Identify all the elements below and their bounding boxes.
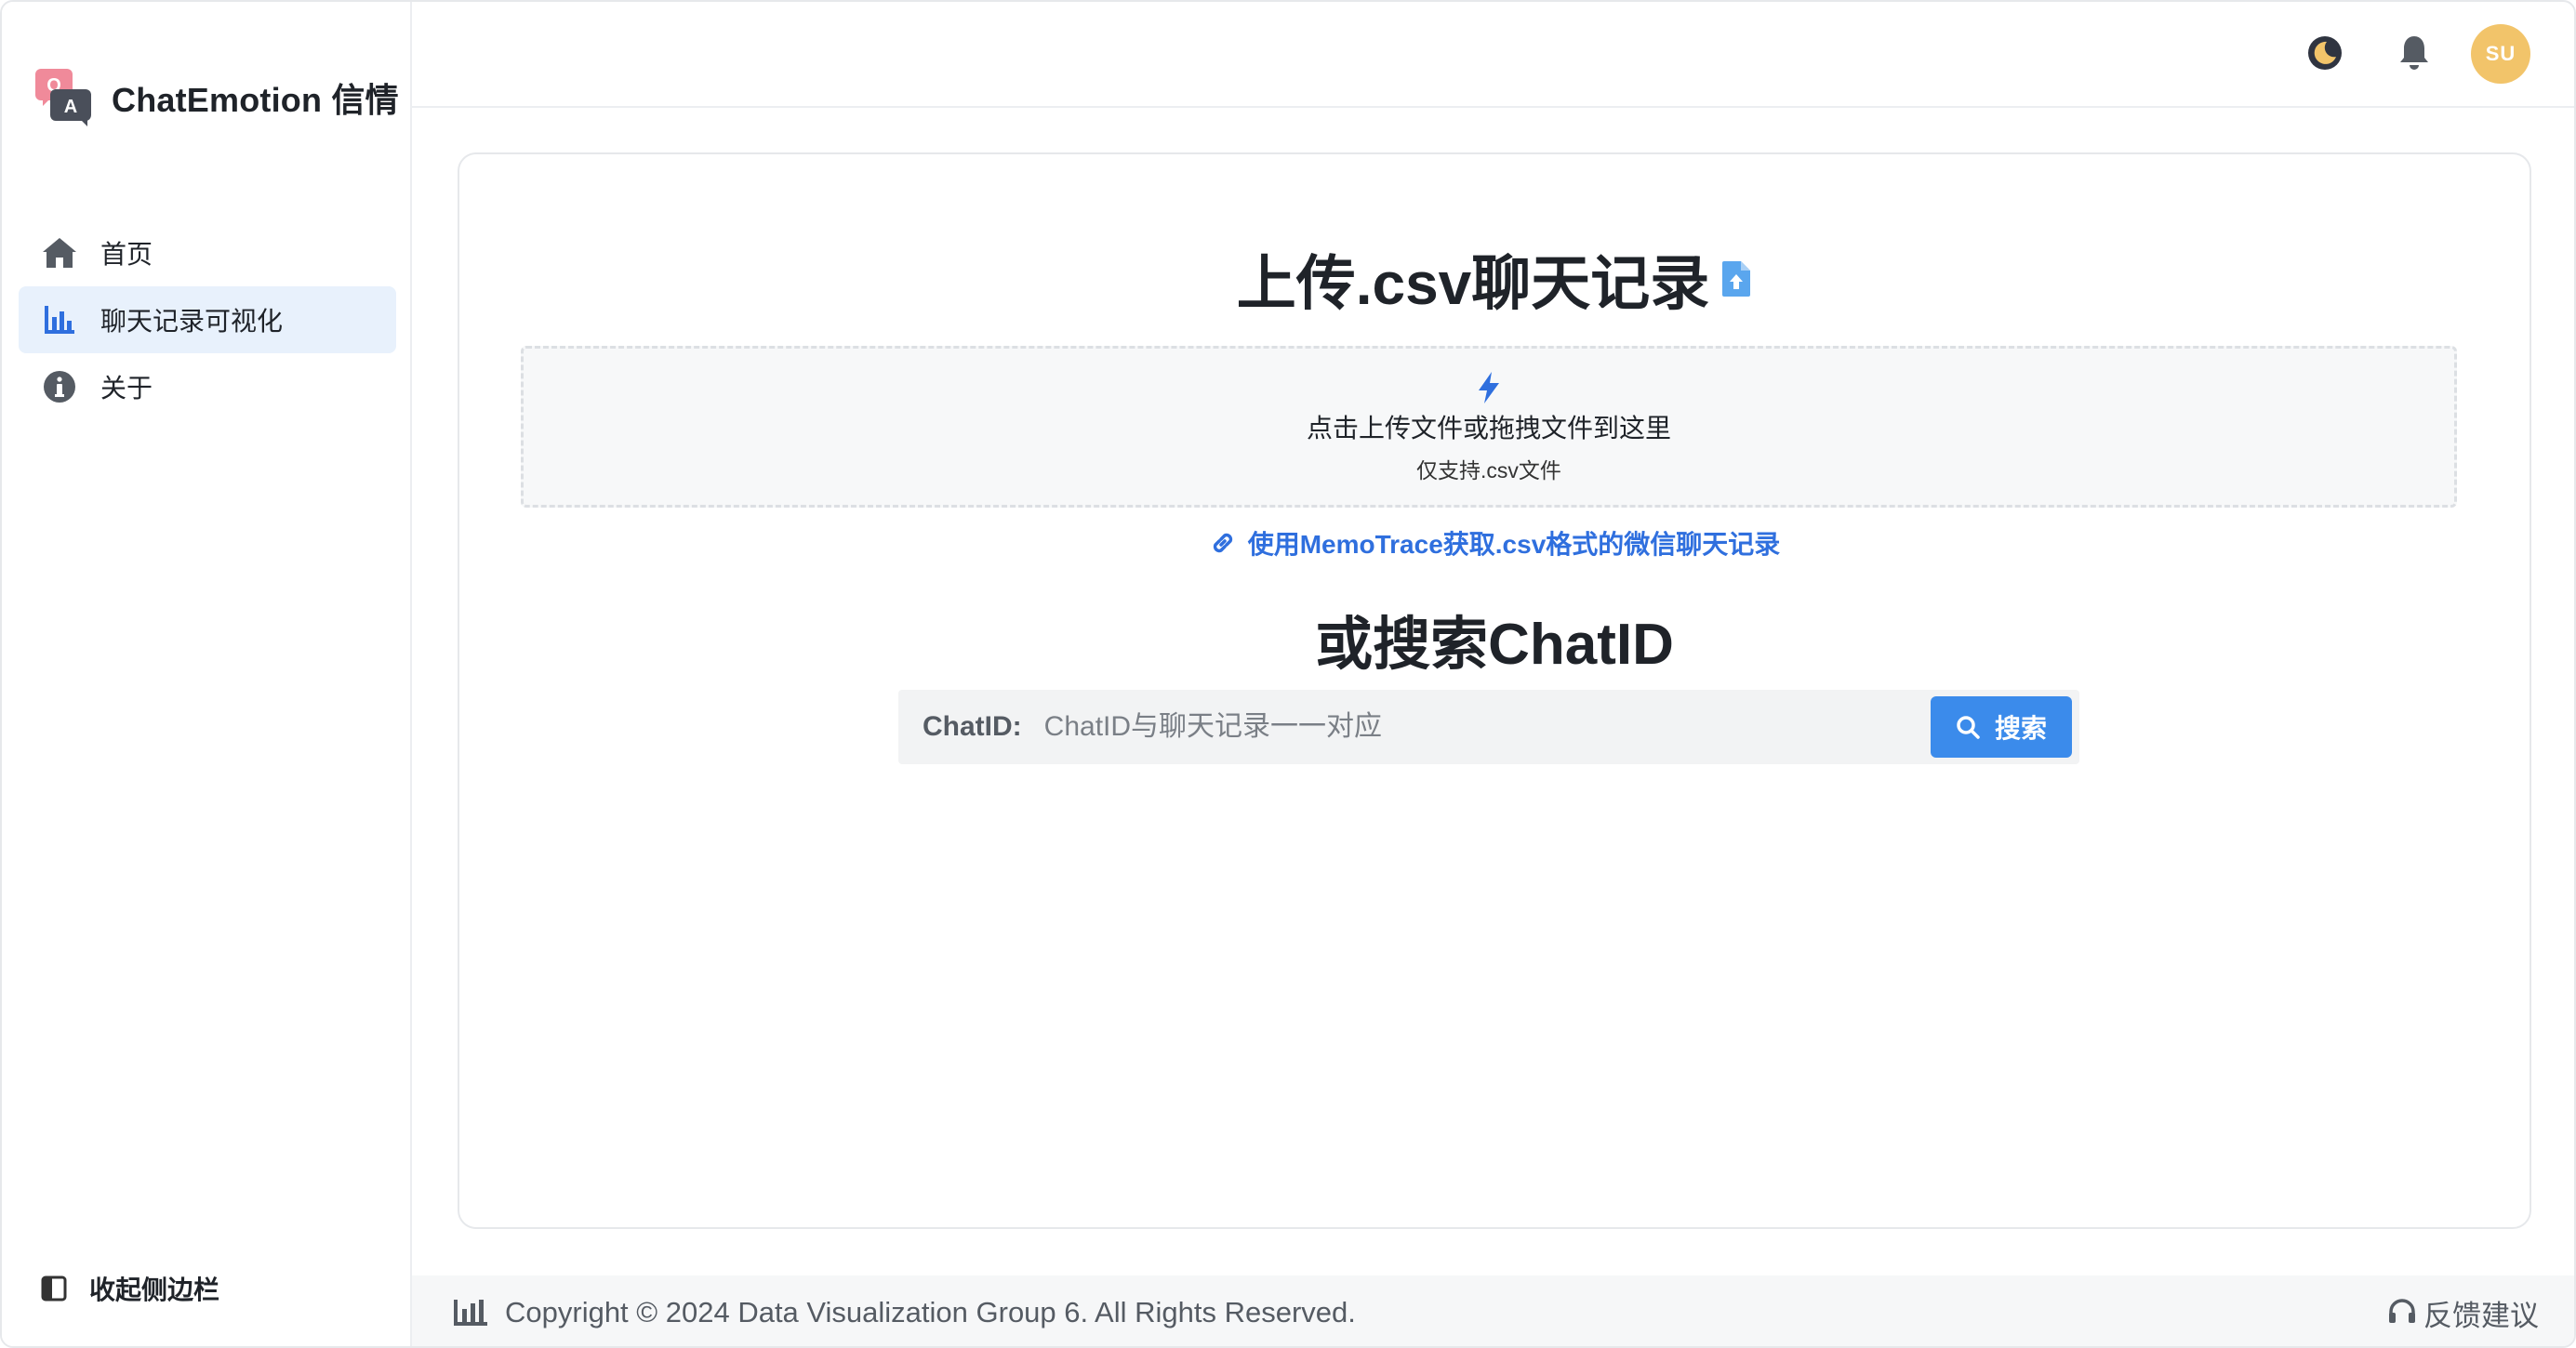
upload-title-row: 上传.csv聊天记录: [459, 236, 2530, 322]
sidebar-item-label: 首页: [100, 240, 153, 269]
sidebar-item-visualization[interactable]: 聊天记录可视化: [19, 286, 396, 353]
chatid-input[interactable]: [1043, 699, 1931, 755]
qa-logo-icon: Q A: [35, 69, 91, 126]
brand[interactable]: Q A ChatEmotion 信情: [33, 67, 399, 128]
dropzone-text: 点击上传文件或拖拽文件到这里: [1306, 414, 1671, 443]
search-title: 或搜索ChatID: [1315, 613, 1674, 677]
footer: Copyright © 2024 Data Visualization Grou…: [412, 1275, 2574, 1346]
app-window: Q A ChatEmotion 信情 首页 聊天记录可视化 关于 收起侧边栏 S…: [0, 0, 2576, 1348]
feedback-label: 反馈建议: [2423, 1299, 2539, 1332]
sidebar-item-about[interactable]: 关于: [19, 353, 396, 420]
feedback-link[interactable]: 反馈建议: [2386, 1292, 2539, 1334]
sidebar-item-label: 聊天记录可视化: [100, 307, 284, 336]
search-button[interactable]: 搜索: [1931, 696, 2072, 758]
avatar[interactable]: SU: [2471, 24, 2530, 84]
collapse-sidebar-button[interactable]: 收起侧边栏: [41, 1270, 219, 1307]
bell-icon[interactable]: [2391, 30, 2437, 76]
search-icon: [1957, 716, 1980, 739]
lightning-icon: [1479, 372, 1499, 403]
bar-chart-icon: [454, 1300, 487, 1326]
search-button-label: 搜索: [1994, 714, 2047, 743]
chatid-label: ChatID:: [923, 711, 1022, 742]
file-upload-icon: [1722, 261, 1751, 297]
sidebar-item-home[interactable]: 首页: [19, 219, 396, 286]
sidebar-toggle-icon: [41, 1275, 67, 1302]
chatid-search-bar: ChatID: 搜索: [898, 690, 2079, 764]
bar-chart-icon: [41, 301, 78, 338]
dropzone-hint: 仅支持.csv文件: [1416, 458, 1561, 482]
memotrace-link-text: 使用MemoTrace获取.csv格式的微信聊天记录: [1247, 530, 1781, 559]
headset-icon: [2389, 1299, 2415, 1323]
brand-name: ChatEmotion 信情: [112, 81, 399, 119]
svg-text:A: A: [64, 97, 77, 117]
upload-title: 上传.csv聊天记录: [1236, 250, 1710, 317]
link-icon: [1213, 533, 1232, 553]
sidebar: Q A ChatEmotion 信情 首页 聊天记录可视化 关于 收起侧边栏: [2, 2, 412, 1346]
home-icon: [41, 234, 78, 271]
top-header: SU: [412, 2, 2574, 108]
collapse-label: 收起侧边栏: [89, 1275, 220, 1304]
sidebar-item-label: 关于: [100, 374, 153, 403]
memotrace-link[interactable]: 使用MemoTrace获取.csv格式的微信聊天记录: [459, 524, 2530, 562]
moon-icon[interactable]: [2302, 30, 2348, 76]
info-icon: [41, 368, 78, 405]
sidebar-nav: 首页 聊天记录可视化 关于: [19, 219, 396, 420]
file-dropzone[interactable]: 点击上传文件或拖拽文件到这里 仅支持.csv文件: [521, 346, 2457, 508]
upload-card: 上传.csv聊天记录 点击上传文件或拖拽文件到这里 仅支持.csv文件 使用Me…: [458, 152, 2531, 1229]
copyright-text: Copyright © 2024 Data Visualization Grou…: [505, 1296, 1356, 1328]
